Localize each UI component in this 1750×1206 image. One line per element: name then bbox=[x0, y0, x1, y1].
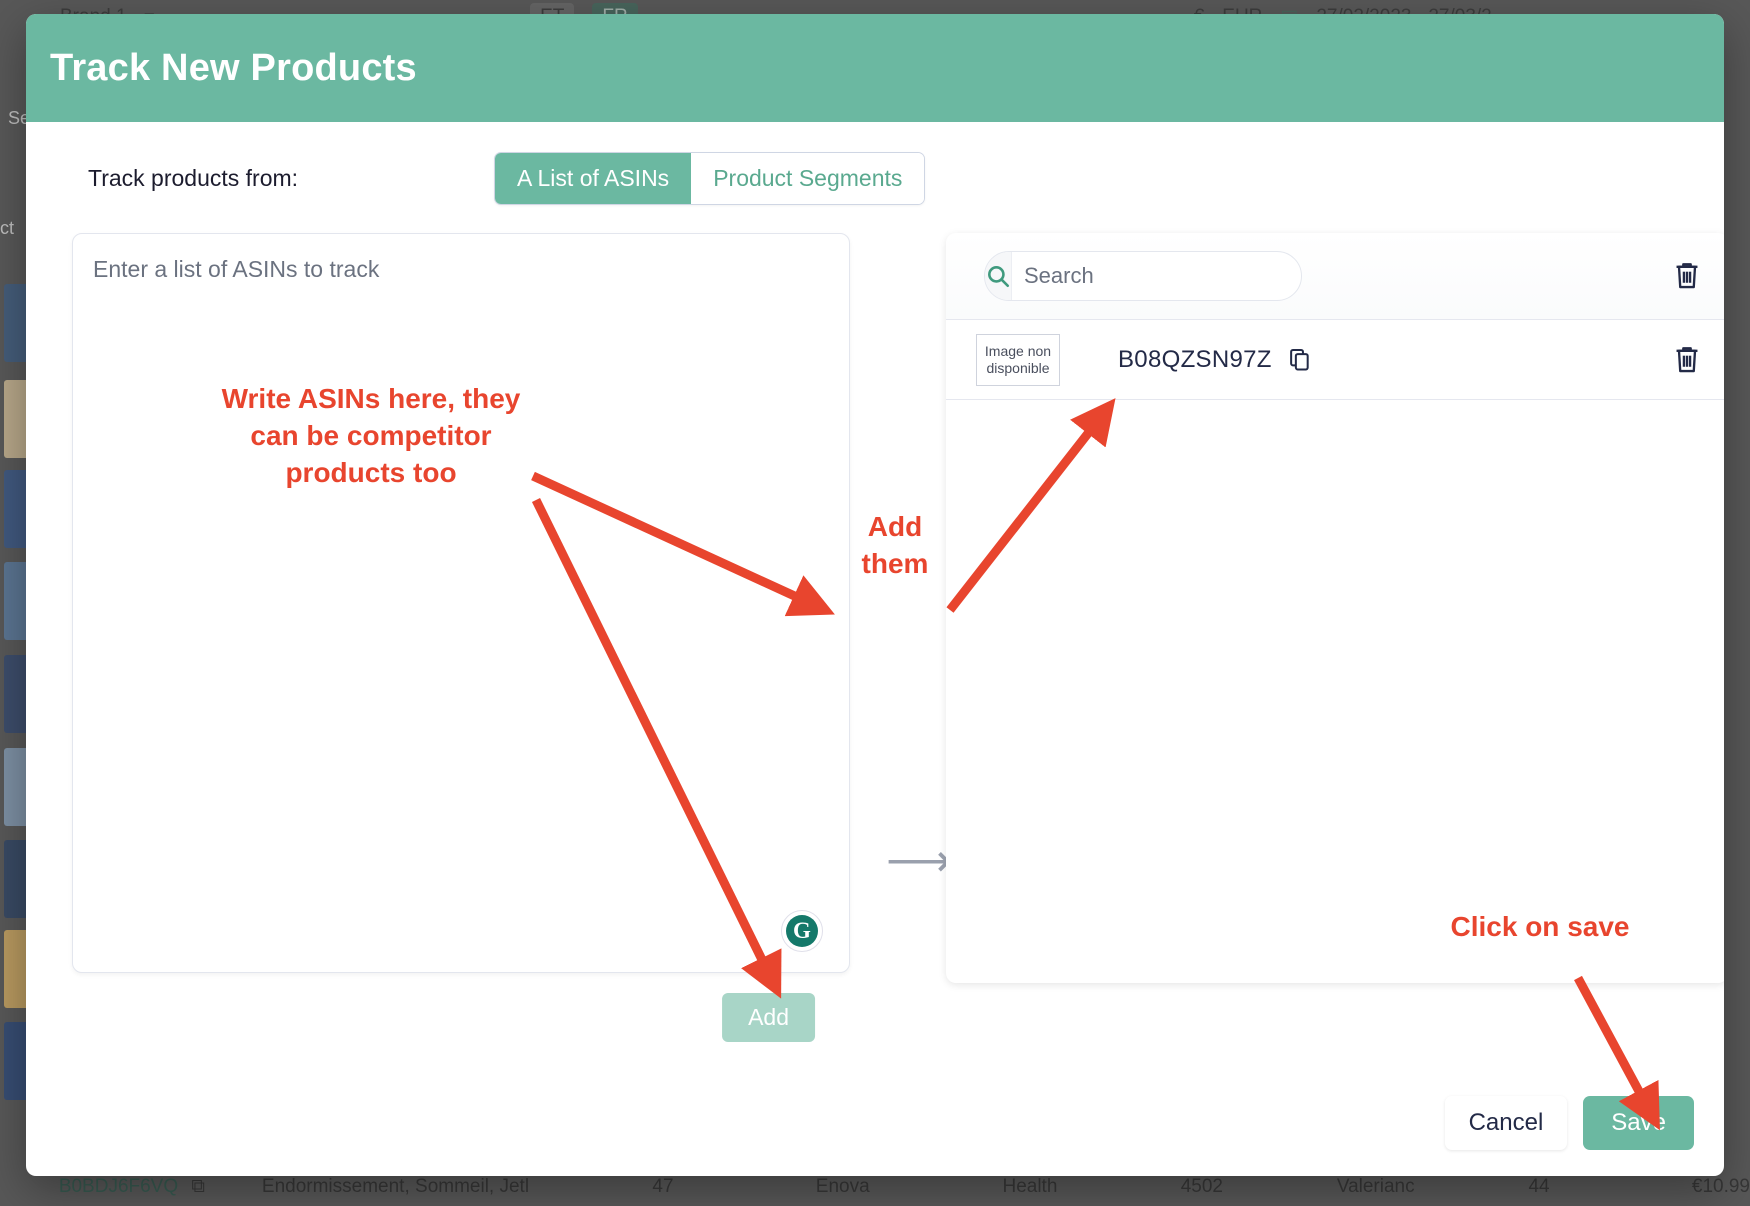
table-row[interactable]: Image non disponible B08QZSN97Z bbox=[946, 320, 1724, 400]
asin-textarea-panel[interactable]: Enter a list of ASINs to track G bbox=[72, 233, 850, 973]
product-thumbnail: Image non disponible bbox=[976, 333, 1060, 386]
tracked-products-header bbox=[946, 233, 1724, 319]
grammarly-letter: G bbox=[786, 915, 818, 947]
delete-all-icon[interactable] bbox=[1672, 260, 1702, 292]
modal-footer: Cancel Save bbox=[1444, 1096, 1694, 1150]
background-row-rank: 47 bbox=[652, 1176, 674, 1197]
panels-container: Enter a list of ASINs to track G Add ⟶ S… bbox=[26, 233, 1724, 1042]
search-input[interactable] bbox=[1012, 263, 1301, 289]
search-box[interactable] bbox=[984, 251, 1302, 301]
tab-product-segments[interactable]: Product Segments bbox=[691, 153, 925, 204]
background-row-price: €10.99 bbox=[1691, 1176, 1750, 1197]
page-title: Track New Products bbox=[50, 46, 417, 89]
modal-header: Track New Products bbox=[26, 14, 1724, 122]
copy-icon: ⧉ bbox=[191, 1176, 205, 1197]
save-button[interactable]: Save bbox=[1583, 1096, 1694, 1150]
source-toggle-group[interactable]: A List of ASINs Product Segments bbox=[494, 152, 926, 205]
arrow-right-icon: ⟶ bbox=[886, 834, 952, 886]
tab-a-list-of-asins[interactable]: A List of ASINs bbox=[495, 153, 692, 204]
cancel-button[interactable]: Cancel bbox=[1444, 1096, 1568, 1150]
background-row-count: 4502 bbox=[1180, 1176, 1223, 1197]
background-row-asin: B0BDJ6F6VQ bbox=[58, 1176, 179, 1197]
source-label: Track products from: bbox=[88, 165, 299, 191]
search-icon bbox=[985, 252, 1012, 300]
copy-icon[interactable] bbox=[1288, 347, 1312, 373]
add-button[interactable]: Add bbox=[722, 993, 815, 1042]
row-delete-icon[interactable] bbox=[1672, 344, 1702, 376]
background-row-brand: Enova bbox=[815, 1176, 870, 1197]
background-row-category: Health bbox=[1002, 1176, 1058, 1197]
track-new-products-modal: Track New Products Track products from: … bbox=[26, 14, 1724, 1176]
asin-textarea-placeholder: Enter a list of ASINs to track bbox=[93, 256, 380, 282]
product-asin: B08QZSN97Z bbox=[1118, 345, 1272, 373]
background-product-label: ct bbox=[0, 218, 15, 238]
background-row-variant: Valerianc bbox=[1336, 1176, 1415, 1197]
grammarly-icon[interactable]: G bbox=[781, 910, 823, 952]
background-row-keywords: Endormissement, Sommeil, Jetl bbox=[261, 1176, 530, 1197]
source-selector-row: Track products from: A List of ASINs Pro… bbox=[26, 122, 1724, 205]
tracked-products-panel: Image non disponible B08QZSN97Z bbox=[946, 233, 1724, 983]
background-row-qty: 44 bbox=[1528, 1176, 1550, 1197]
